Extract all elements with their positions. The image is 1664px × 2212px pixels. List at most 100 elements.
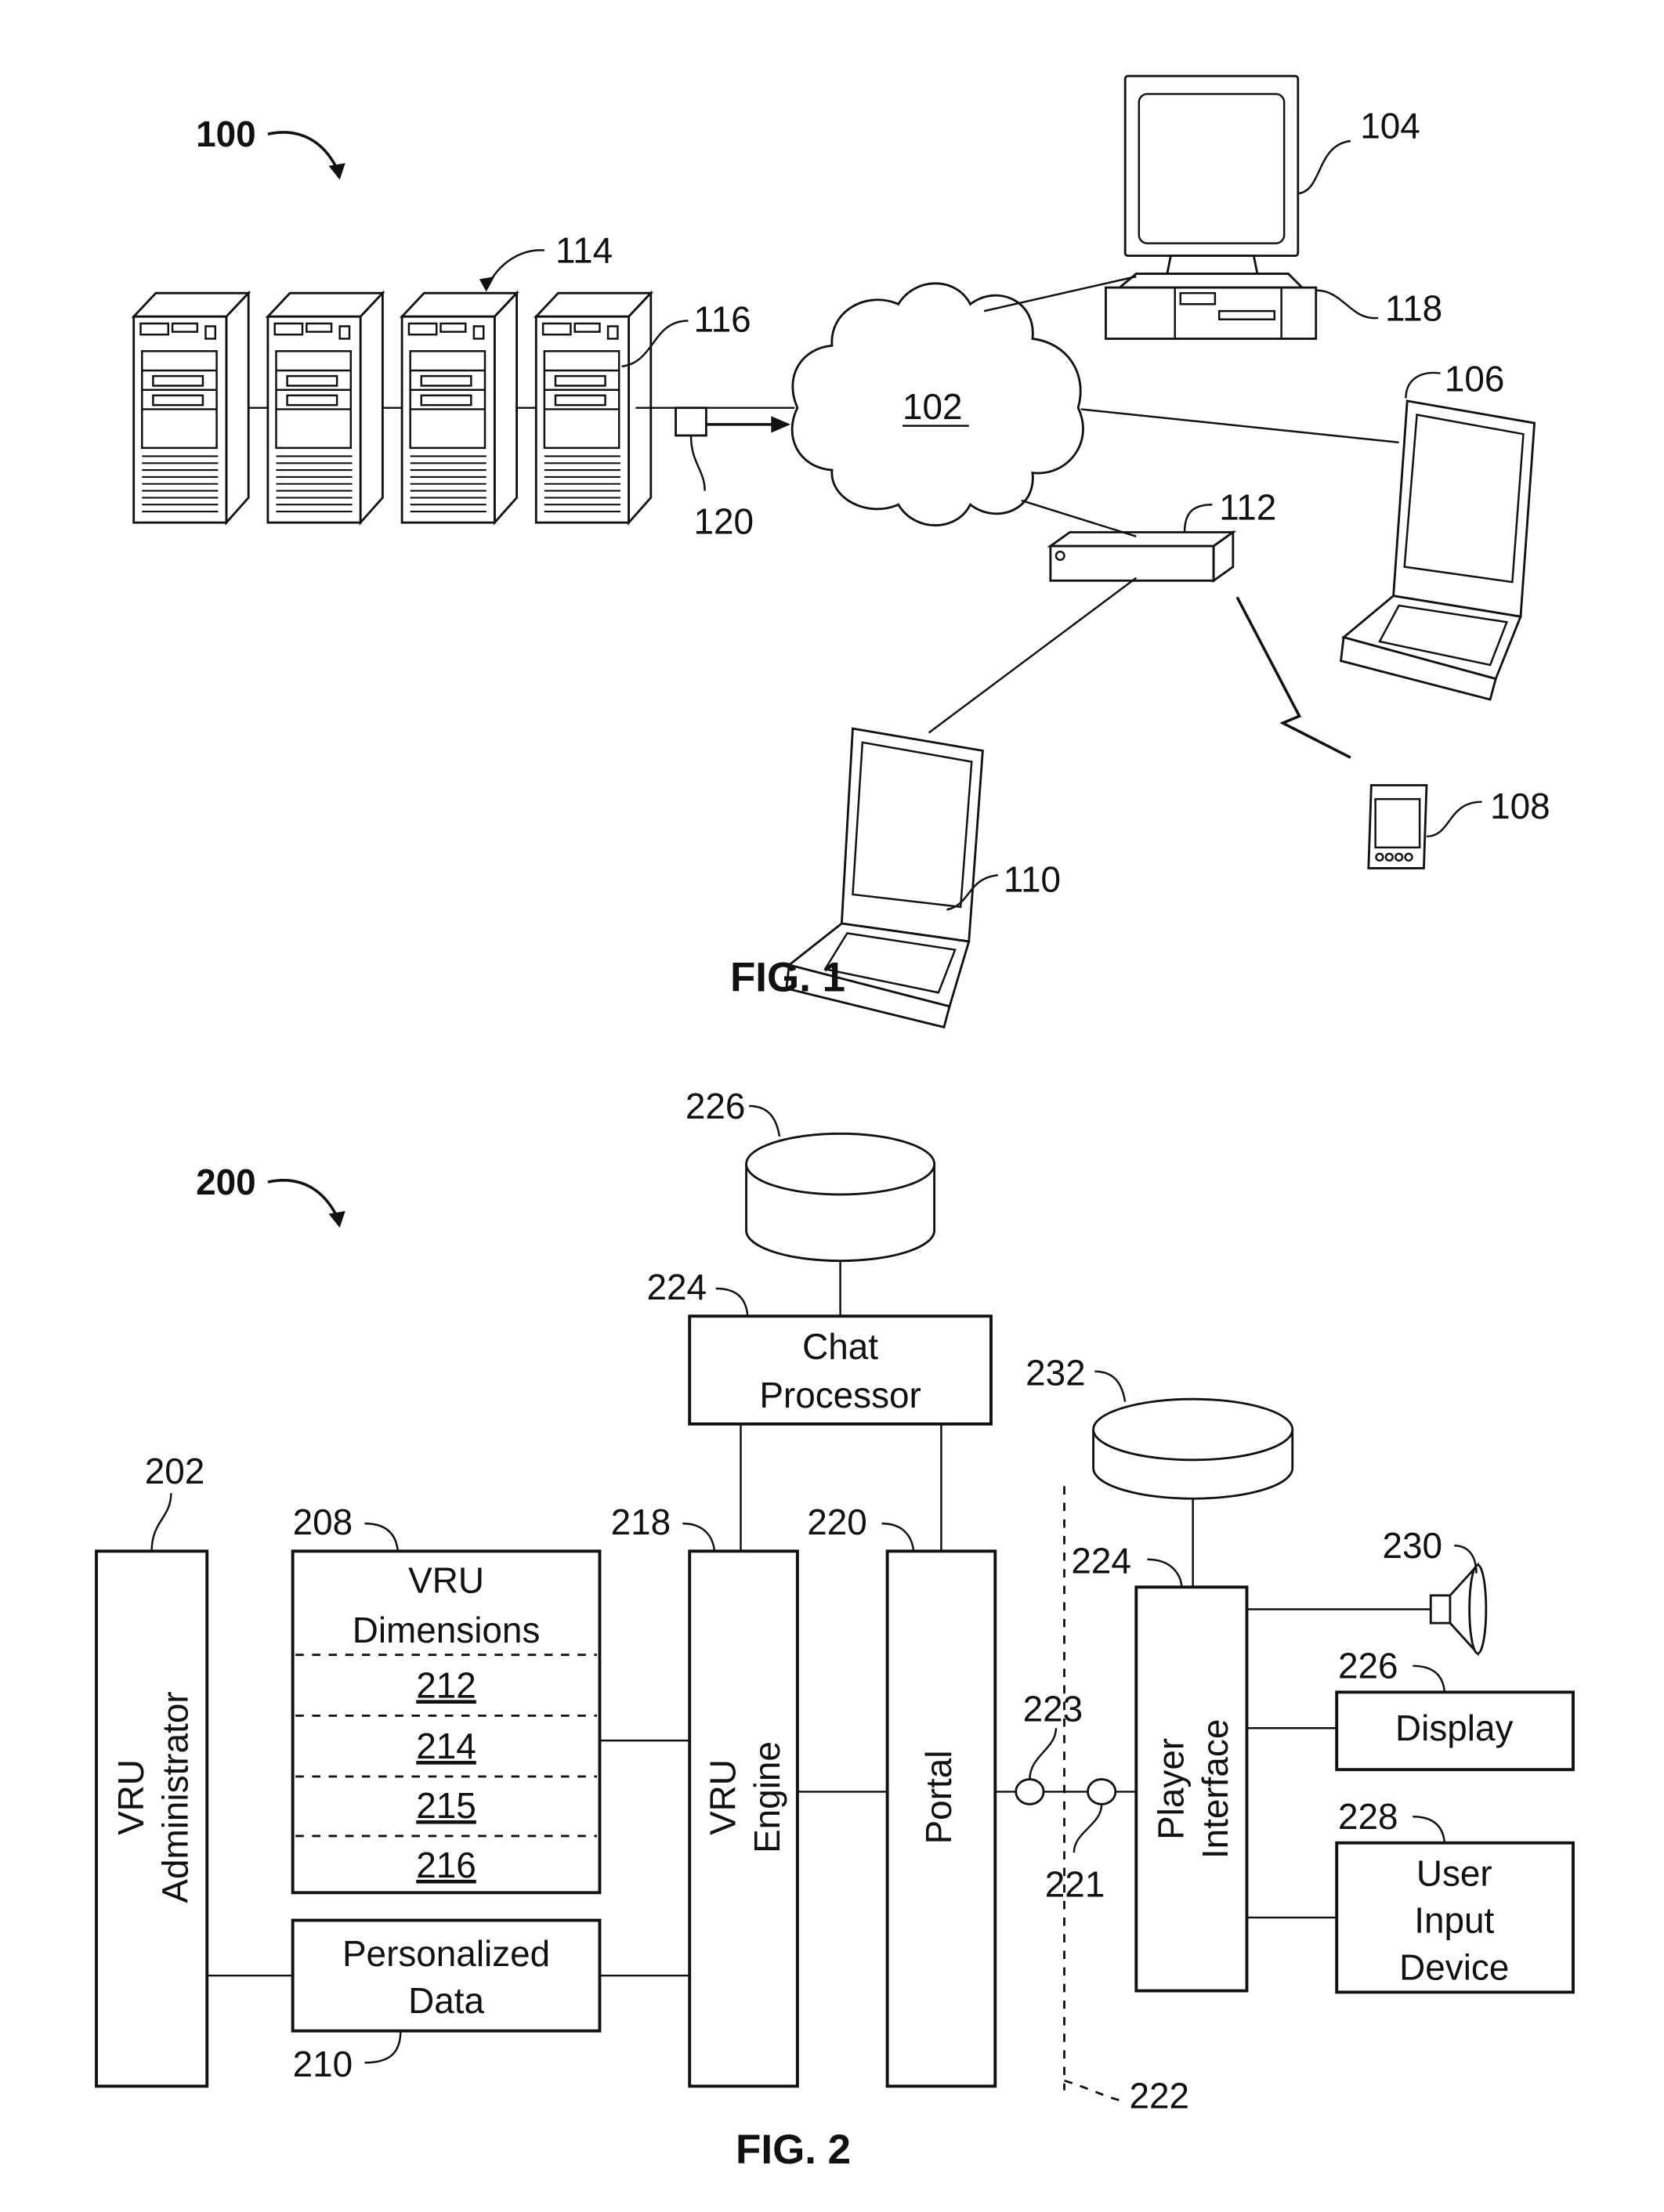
database-icon [745, 1132, 936, 1263]
connector-icon [675, 407, 707, 437]
server-icon [399, 290, 519, 526]
fig1-system-arrow [267, 131, 338, 170]
ref-232: 232 [1026, 1353, 1086, 1393]
ref-118: 118 [1385, 287, 1442, 328]
server-icon [265, 290, 385, 526]
node-221 [1087, 1778, 1117, 1805]
personalized-data-label-2: Data [408, 1980, 484, 2021]
ref-210: 210 [293, 2044, 353, 2084]
leader-226-display [1413, 1664, 1446, 1693]
leader-224-player [1147, 1558, 1183, 1588]
fig1-caption: FIG. 1 [730, 955, 845, 1001]
dimension-section-215: 215 [416, 1785, 476, 1826]
laptop-106-link [1080, 408, 1399, 444]
fig2-caption: FIG. 2 [736, 2127, 851, 2173]
wireless-signal-icon [1235, 596, 1351, 759]
ref-226-display: 226 [1338, 1646, 1398, 1686]
dimension-section-214: 214 [416, 1726, 476, 1766]
vru-administrator-label-2: Administrator [155, 1691, 196, 1903]
chat-processor-label-2: Processor [759, 1375, 921, 1415]
arrowhead-icon [771, 416, 791, 433]
user-input-device-label-2: Input [1414, 1899, 1494, 1940]
server-icon [131, 290, 251, 526]
leader-120 [689, 435, 706, 491]
desktop-computer-icon [1105, 74, 1318, 340]
leader-208 [364, 1522, 400, 1552]
leader-226 [749, 1104, 781, 1137]
fig2-system-arrow [267, 1179, 338, 1217]
speaker-icon [1429, 1562, 1488, 1657]
leader-114 [488, 249, 544, 284]
vru-dimensions-box [291, 1549, 602, 1895]
leader-223 [1029, 1728, 1058, 1780]
database-icon [1092, 1397, 1294, 1500]
leader-232 [1094, 1370, 1127, 1402]
leader-104 [1297, 139, 1351, 195]
user-input-device-label-3: Device [1399, 1946, 1509, 1987]
vru-dimensions-label-2: Dimensions [353, 1610, 541, 1650]
arrowhead-icon [328, 1211, 345, 1228]
vru-dimensions-label-1: VRU [408, 1560, 484, 1600]
leader-106 [1405, 371, 1441, 399]
leader-221 [1073, 1804, 1103, 1853]
fig1-system-ref: 100 [196, 114, 256, 154]
fig2-system-ref: 200 [196, 1162, 256, 1202]
vru-engine-label-2: Engine [747, 1741, 787, 1853]
ref-120: 120 [694, 501, 754, 541]
leader-220 [881, 1522, 915, 1552]
vru-engine-label-1: VRU [702, 1759, 743, 1835]
ref-226-db: 226 [685, 1086, 746, 1126]
node-223 [1015, 1778, 1045, 1805]
server-icon [534, 290, 654, 526]
leader-218 [682, 1522, 716, 1552]
leader-108 [1426, 801, 1482, 838]
portal-label: Portal [918, 1751, 959, 1845]
ref-218: 218 [611, 1502, 671, 1542]
player-interface-label-2: Interface [1195, 1719, 1235, 1860]
ref-116: 116 [694, 299, 751, 340]
ref-223: 223 [1023, 1688, 1083, 1729]
fig1: 100 114 116 120 102 104 118 106 112 108 … [131, 74, 1550, 1029]
ref-104: 104 [1360, 106, 1420, 146]
ref-230: 230 [1382, 1525, 1442, 1566]
ref-228: 228 [1338, 1796, 1398, 1837]
fig2: 200 226 Chat Processor 224 232 VRU Admin… [95, 1086, 1575, 2173]
player-interface-label-1: Player [1150, 1738, 1191, 1840]
ref-114: 114 [555, 230, 613, 270]
server-cluster [131, 290, 654, 526]
router-link [1021, 499, 1137, 537]
leader-224 [715, 1287, 749, 1317]
leader-118 [1315, 289, 1379, 320]
handheld-device-icon [1367, 784, 1428, 869]
laptop-icon [1339, 399, 1536, 701]
dimension-section-212: 212 [416, 1664, 476, 1705]
ref-112: 112 [1219, 487, 1276, 528]
ref-110: 110 [1004, 858, 1061, 899]
display-label: Display [1395, 1708, 1513, 1748]
user-input-device-label-1: User [1416, 1852, 1492, 1893]
arrowhead-icon [328, 163, 345, 180]
ref-221: 221 [1045, 1864, 1105, 1905]
ref-220: 220 [807, 1502, 867, 1542]
leader-112 [1183, 503, 1213, 533]
ref-224-chat: 224 [646, 1267, 707, 1307]
network-ref-102: 102 [903, 386, 963, 427]
ref-108: 108 [1490, 786, 1550, 826]
vru-administrator-label-1: VRU [110, 1759, 151, 1835]
ref-202: 202 [145, 1451, 205, 1491]
leader-222 [1064, 2079, 1126, 2103]
personalized-data-label-1: Personalized [342, 1933, 550, 1974]
ref-224-player: 224 [1071, 1541, 1131, 1581]
dimension-section-216: 216 [416, 1845, 476, 1885]
arrowhead-icon [479, 276, 495, 292]
ref-208: 208 [293, 1502, 353, 1542]
ref-106: 106 [1445, 358, 1505, 399]
chat-processor-label-1: Chat [802, 1326, 878, 1367]
leader-202 [150, 1493, 172, 1552]
patent-figures: 100 114 116 120 102 104 118 106 112 108 … [95, 74, 1575, 2173]
ref-222: 222 [1129, 2076, 1189, 2116]
leader-210 [364, 2030, 402, 2064]
router-icon [1047, 530, 1237, 584]
leader-228 [1413, 1815, 1446, 1843]
laptop-110-link [928, 576, 1138, 734]
